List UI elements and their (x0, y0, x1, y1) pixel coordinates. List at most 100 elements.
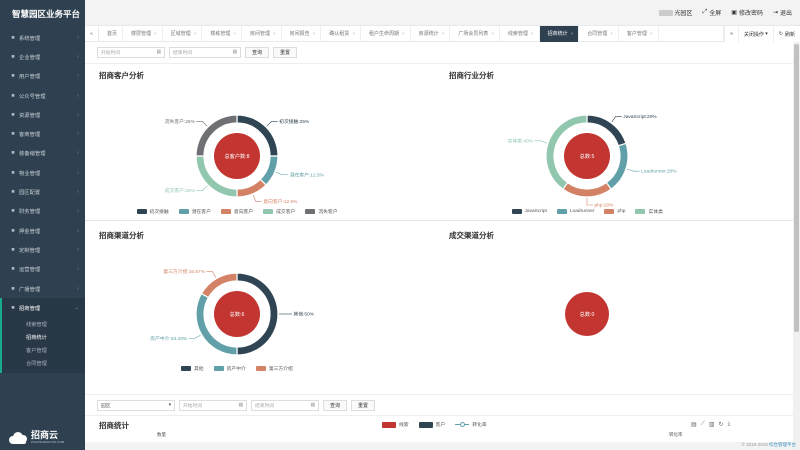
close-icon[interactable]: × (531, 31, 534, 36)
sidebar-item[interactable]: ■ 广播管理 ‹ (0, 279, 85, 298)
tab[interactable]: 楼栋管理 × (202, 25, 242, 42)
stats-query-button[interactable]: 查询 (323, 399, 348, 411)
sidebar-item[interactable]: ■ 物业管理 ‹ (0, 163, 85, 182)
close-icon[interactable]: × (154, 31, 157, 36)
sidebar-item[interactable]: ■ 园区配置 ‹ (0, 182, 85, 201)
sidebar-item[interactable]: ■ 客商管理 ‹ (0, 124, 85, 143)
legend-label: 房产中介 (226, 367, 246, 372)
legend-item[interactable]: 转化率 (455, 421, 487, 428)
tab[interactable]: 楼层管理 × (123, 25, 163, 42)
download-icon[interactable]: ⤓ (728, 421, 731, 428)
close-icon[interactable]: × (650, 31, 653, 36)
sidebar-item[interactable]: ■ 运营管理 ‹ (0, 260, 85, 279)
tab[interactable]: 合同管理 × (579, 25, 619, 42)
donut-chart: JavaScript:20%Loadrunner:20%php:20%实体类:4… (508, 114, 678, 209)
tab-actions: » 关闭操作 ▾ ↻ 刷新 (723, 26, 800, 42)
legend-item[interactable]: 线索 (382, 421, 409, 428)
sidebar-subitem[interactable]: 招商统计 (2, 332, 85, 345)
close-icon[interactable]: × (402, 31, 405, 36)
tab[interactable]: 确认租赁 × (321, 25, 361, 42)
sidebar-item[interactable]: ■ 装备缩管理 ‹ (0, 144, 85, 163)
line-chart-icon[interactable]: ⟋ (701, 421, 705, 428)
legend-label: 初次接触 (149, 210, 169, 215)
stats-end-date-input[interactable]: 结束时间 ▦ (251, 399, 319, 411)
close-icon[interactable]: × (233, 31, 236, 36)
legend-item[interactable]: 初次接触 (136, 208, 169, 215)
sidebar-item[interactable]: ■ 用户管理 ‹ (0, 67, 85, 86)
sidebar-subitem[interactable]: 客户管理 (2, 345, 85, 358)
pie-slice[interactable] (259, 155, 279, 186)
tab-scroll-right-icon[interactable]: » (724, 26, 738, 42)
chevron-icon: ‹ (77, 111, 79, 118)
tab[interactable]: 线索管理 × (500, 25, 540, 42)
close-tabs-menu[interactable]: 关闭操作 ▾ (737, 26, 773, 42)
restore-icon[interactable]: ↻ (719, 421, 724, 428)
tab[interactable]: 房间管理 × (242, 25, 282, 42)
change-password-button[interactable]: ▣ 修改密码 (731, 8, 763, 17)
pie-slice[interactable] (605, 142, 629, 191)
tab[interactable]: 租户生命周期 × (361, 25, 411, 42)
wechat-icon: ■ (11, 92, 15, 99)
legend-item[interactable]: Loadrunner (556, 208, 594, 215)
bar-chart-icon[interactable]: ▥ (709, 421, 715, 428)
stats-y-axis-label: 数量 (157, 432, 166, 437)
tab[interactable]: 客户管理 × (619, 25, 659, 42)
slice-label: 第三方介绍:16.67% (163, 268, 205, 275)
footer-link[interactable]: 综合管理平台 (769, 442, 796, 447)
close-icon[interactable]: × (352, 31, 355, 36)
donut-chart: 其他:50% 房产中介:33.33% 第三方介绍:16.67% 总数:6 (150, 268, 315, 356)
legend-item[interactable]: 意向客户 (220, 208, 253, 215)
legend-item[interactable]: 潜在客户 (178, 208, 211, 215)
legend-label: 其他 (194, 367, 204, 372)
tab[interactable]: 广场会员列表 × (450, 25, 500, 42)
close-icon[interactable]: × (273, 31, 276, 36)
label-leader-line (611, 116, 622, 123)
stats-y2-axis-label: 转化率 (669, 432, 683, 437)
data-view-icon[interactable]: ▤ (691, 421, 697, 428)
legend-item[interactable]: 第三方介绍 (255, 365, 293, 372)
stats-reset-button[interactable]: 重置 (351, 399, 376, 411)
center-label: 总客户数:8 (224, 152, 249, 160)
sidebar-item[interactable]: ■ 公众号管理 ‹ (0, 86, 85, 105)
refresh-button[interactable]: ↻ 刷新 (772, 26, 800, 42)
sidebar-subitem[interactable]: 线索管理 (2, 319, 85, 332)
sidebar-item[interactable]: ■ 招商管理 ⌄ (0, 298, 85, 318)
legend-item[interactable]: 其他 (181, 365, 204, 372)
close-icon[interactable]: × (610, 31, 613, 36)
fullscreen-button[interactable]: ⤢ 全屏 (702, 8, 721, 17)
chevron-icon: ‹ (77, 227, 79, 234)
close-icon[interactable]: × (194, 31, 197, 36)
legend-item[interactable]: php (604, 208, 625, 215)
close-icon[interactable]: × (491, 31, 494, 36)
logout-button[interactable]: ⇥ 退出 (773, 8, 792, 17)
tab[interactable]: 首页 (99, 25, 124, 42)
sidebar-item[interactable]: ■ 定制管理 ‹ (0, 240, 85, 259)
stats-start-date-input[interactable]: 开始时间 ▦ (179, 399, 247, 411)
legend-item[interactable]: JavaScript (511, 208, 547, 215)
scrollbar-thumb[interactable] (794, 44, 799, 332)
close-icon[interactable]: × (313, 31, 316, 36)
sidebar-item[interactable]: ■ 资源管理 ‹ (0, 105, 85, 124)
legend-item[interactable]: 流失客户 (305, 208, 338, 215)
sidebar-item[interactable]: ■ 企业管理 ‹ (0, 47, 85, 66)
pie-slice[interactable] (562, 181, 612, 198)
slice-label: Loadrunner:20% (641, 169, 677, 175)
sidebar-subitem[interactable]: 合同管理 (2, 358, 85, 371)
pie-slice[interactable] (236, 178, 267, 198)
park-select[interactable]: 园区 ▾ (97, 399, 175, 411)
sidebar-item[interactable]: ■ 财务管理 ‹ (0, 202, 85, 221)
park-selector[interactable]: 光园区 (659, 8, 692, 17)
legend-item[interactable]: 成交客户 (263, 208, 295, 215)
tab-scroll-left-icon[interactable]: « (85, 25, 99, 42)
legend-item[interactable]: 客户 (418, 421, 445, 428)
tab[interactable]: 房间报告 × (282, 25, 322, 42)
close-icon[interactable]: × (571, 31, 574, 36)
tab[interactable]: 招商统计 × (539, 25, 580, 42)
sidebar-item[interactable]: ■ 押金管理 ‹ (0, 221, 85, 240)
close-icon[interactable]: × (442, 31, 445, 36)
legend-item[interactable]: 实体类 (635, 208, 663, 215)
sidebar-item[interactable]: ■ 系统管理 ‹ (0, 28, 85, 47)
legend-item[interactable]: 房产中介 (213, 365, 246, 372)
tab[interactable]: 房源统计 × (411, 25, 451, 42)
tab[interactable]: 区域管理 × (163, 25, 203, 42)
